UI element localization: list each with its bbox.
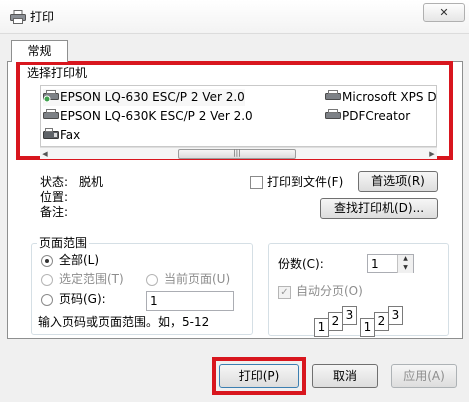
fax-icon [43, 128, 59, 139]
tab-general[interactable]: 常规 [11, 40, 68, 62]
printer-name: Microsoft XPS D [342, 90, 437, 104]
selection-label: 选定范围(T) [59, 272, 124, 286]
comment-label: 备注: [40, 205, 69, 219]
collate-page: 1 [360, 318, 375, 337]
printer-item-epson-lq630k[interactable]: EPSON LQ-630K ESC/P 2 Ver 2.0 [43, 108, 253, 125]
scroll-left-icon[interactable]: ◀ [40, 149, 50, 159]
select-printer-label: 选择打印机 [25, 66, 90, 80]
radio-current-page[interactable] [146, 274, 158, 286]
scroll-right-icon[interactable]: ▶ [427, 149, 437, 159]
find-printer-button[interactable]: 查找打印机(D)... [320, 198, 438, 219]
collate-illustration: 1 2 3 [314, 306, 364, 340]
preferences-button[interactable]: 首选项(R) [358, 171, 438, 192]
window-title: 打印 [30, 10, 55, 24]
status-value: 脱机 [79, 175, 104, 189]
printer-name: EPSON LQ-630 ESC/P 2 Ver 2.0 [60, 90, 245, 104]
collate-illustration: 1 2 3 [360, 306, 410, 340]
all-pages-label: 全部(L) [59, 253, 100, 267]
printer-list-scrollbar[interactable]: ◀ ||| ▶ [40, 147, 437, 159]
printer-icon [325, 109, 341, 119]
apply-button[interactable]: 应用(A) [391, 364, 457, 388]
copies-input[interactable]: 1 ▲ ▼ [367, 254, 414, 273]
current-page-label: 当前页面(U) [164, 272, 231, 286]
radio-selection[interactable] [41, 274, 53, 286]
radio-pages[interactable] [41, 294, 53, 306]
printer-item-epson-lq630[interactable]: EPSON LQ-630 ESC/P 2 Ver 2.0 [43, 89, 245, 106]
print-to-file-checkbox[interactable] [250, 176, 263, 189]
spin-down-icon[interactable]: ▼ [397, 264, 413, 273]
printer-icon [10, 10, 26, 24]
collate-checkbox[interactable]: ✓ [278, 286, 291, 299]
copies-label: 份数(C): [278, 257, 324, 271]
title-bar: 打印 ✕ [0, 0, 469, 34]
scroll-thumb[interactable]: ||| [178, 149, 296, 159]
copies-value: 1 [371, 257, 379, 271]
printer-name: Fax [60, 128, 81, 142]
collate-page: 3 [388, 306, 403, 325]
printer-default-icon [43, 90, 59, 102]
page-range-hint: 输入页码或页面范围。如，5-12 [38, 315, 210, 329]
collate-page: 2 [374, 312, 389, 331]
printer-name: PDFCreator [342, 109, 411, 123]
printer-icon [325, 90, 341, 100]
printer-list[interactable]: EPSON LQ-630 ESC/P 2 Ver 2.0 EPSON LQ-63… [40, 85, 437, 147]
location-label: 位置: [40, 190, 69, 204]
print-to-file-label: 打印到文件(F) [267, 175, 344, 189]
collate-page: 2 [328, 312, 343, 331]
printer-name: EPSON LQ-630K ESC/P 2 Ver 2.0 [60, 109, 253, 123]
collate-label: 自动分页(O) [296, 284, 363, 298]
printer-icon [43, 109, 59, 119]
collate-page: 1 [314, 318, 329, 337]
printer-item-fax[interactable]: Fax [43, 127, 80, 144]
close-button[interactable]: ✕ [423, 3, 465, 22]
printer-item-microsoft-xps[interactable]: Microsoft XPS D [325, 89, 437, 106]
page-range-label: 页面范围 [37, 236, 90, 251]
radio-all-pages[interactable] [41, 255, 53, 267]
print-button[interactable]: 打印(P) [219, 364, 299, 388]
pages-label: 页码(G): [59, 292, 106, 306]
collate-page: 3 [342, 306, 357, 325]
spin-up-icon[interactable]: ▲ [397, 255, 413, 264]
status-label: 状态: [40, 175, 69, 189]
printer-item-pdfcreator[interactable]: PDFCreator [325, 108, 410, 125]
cancel-button[interactable]: 取消 [312, 364, 378, 388]
pages-input[interactable]: 1 [146, 291, 234, 311]
